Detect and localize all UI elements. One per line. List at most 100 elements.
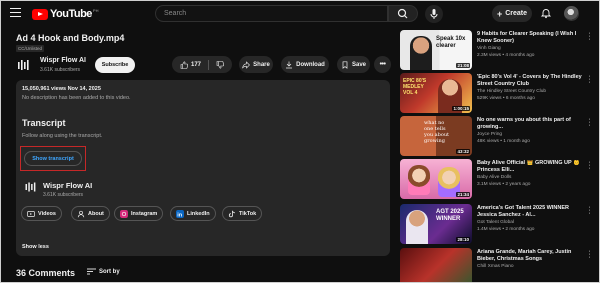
more-vertical-icon[interactable]: · · · [588,116,591,129]
video-title: Ad 4 Hook and Body.mp4 [16,33,125,43]
notifications-button[interactable] [540,7,552,19]
transcript-subtitle: Follow along using the transcript. [22,133,103,139]
show-transcript-button[interactable]: Show transcript [24,151,82,166]
person-icon [77,210,85,217]
instagram-label: Instagram [131,210,158,217]
like-count[interactable]: 177 [191,62,201,68]
more-vertical-icon[interactable]: · · · [588,73,591,86]
instagram-link[interactable]: Instagram [114,206,164,221]
svg-text:in: in [177,212,183,218]
subscribe-button[interactable]: Subscribe [95,57,135,73]
video-icon [27,210,35,217]
voice-search-button[interactable] [425,5,443,23]
recommendation-title[interactable]: No one warns you about this part of grow… [477,117,585,131]
recommendation-thumbnail[interactable]: 21:34 [400,159,472,199]
instagram-icon [120,209,128,218]
search-button[interactable] [388,5,418,22]
video-duration: 21:34 [456,192,470,197]
description-channel-subs: 3.61K subscribers [43,192,84,198]
thumb-person [410,36,432,70]
videos-link[interactable]: Videos [21,206,62,221]
tiktok-label: TikTok [239,210,257,217]
thumb-caption: EPIC 80'S MEDLEY VOL 4 [403,78,427,96]
download-icon [286,61,293,68]
view-stats: 15,050,961 views Nov 14, 2025 [22,86,101,92]
thumb-caption: AGT 2025 WINNER [436,209,464,222]
recommendation-thumbnail[interactable]: Speak 10x clearer 21:08 [400,30,472,70]
logo-text: YouTube [50,8,92,20]
more-vertical-icon[interactable]: · · · [588,159,591,172]
create-button[interactable]: + Create [492,5,532,22]
recommendation-channel[interactable]: The Hindley Street Country Club [477,89,546,94]
recommendation-title[interactable]: 'Epic 80's Vol 4' - Covers by The Hindle… [477,74,585,88]
recommendation-title[interactable]: Baby Alive Official 👑 GROWING UP 👶 Princ… [477,160,585,174]
search-icon [397,8,408,19]
tiktok-icon [228,210,235,217]
recommendation-thumbnail[interactable]: EPIC 80'S MEDLEY VOL 4 1:00:15 [400,73,472,113]
recommendation-meta: 2.3M views • 4 months ago [477,53,535,58]
bell-icon [540,9,552,19]
more-vertical-icon[interactable]: · · · [588,204,591,217]
recommendation-channel[interactable]: Chill Xmas Piano [477,264,514,269]
recommendation-channel[interactable]: Got Talent Global [477,220,514,225]
download-button[interactable]: Download [281,56,329,73]
channel-logo[interactable] [16,57,32,73]
sort-comments-button[interactable]: Sort by [87,268,120,275]
more-vertical-icon[interactable]: · · · [588,248,591,261]
thumbs-down-icon[interactable] [216,60,224,69]
thumbs-up-icon[interactable] [180,60,188,69]
recommendation-title[interactable]: 9 Habits for Clearer Speaking (I Wish I … [477,31,585,45]
recommendation-item[interactable]: Speak 10x clearer 21:08 9 Habits for Cle… [400,30,595,70]
like-separator [208,59,209,70]
thumb-person [406,210,428,244]
recommendation-item[interactable]: EPIC 80'S MEDLEY VOL 4 1:00:15 'Epic 80'… [400,73,595,113]
tiktok-link[interactable]: TikTok [222,206,263,221]
mic-icon [430,9,438,19]
more-vertical-icon[interactable]: · · · [588,30,591,43]
recommendation-item[interactable]: Ariana Grande, Mariah Carey, Justin Bieb… [400,248,595,283]
account-avatar[interactable] [564,6,579,21]
share-label: Share [253,61,270,68]
share-button[interactable]: Share [239,56,273,73]
thumb-caption: Speak 10x clearer [436,36,466,49]
videos-label: Videos [38,210,56,217]
youtube-logo[interactable]: YouTube PH [32,8,98,20]
recommendation-item[interactable]: what no one tells you about growing 43:3… [400,116,595,156]
save-label: Save [351,61,366,68]
youtube-play-icon [32,8,48,20]
linkedin-label: LinkedIn [187,210,210,217]
video-duration: 21:08 [456,63,470,68]
comments-count: 36 Comments [16,268,76,278]
save-button[interactable]: Save [337,56,370,73]
logo-region: PH [92,8,99,13]
video-duration: 1:00:15 [452,106,470,111]
channel-name[interactable]: Wispr Flow AI [40,57,86,64]
recommendation-meta: 48K views • 1 month ago [477,139,530,144]
recommendation-thumbnail[interactable] [400,248,472,283]
description-box[interactable]: 15,050,961 views Nov 14, 2025 No descrip… [16,80,390,256]
like-dislike-group: 177 [172,56,232,73]
recommendation-thumbnail[interactable]: what no one tells you about growing 43:3… [400,116,472,156]
recommendation-item[interactable]: 21:34 Baby Alive Official 👑 GROWING UP 👶… [400,159,595,199]
search-input[interactable]: Search [155,5,388,22]
transcript-heading: Transcript [22,118,66,128]
recommendation-channel[interactable]: Vinh Giang [477,46,501,51]
recommendation-title[interactable]: Ariana Grande, Mariah Carey, Justin Bieb… [477,249,585,263]
recommendation-meta: 3.1M views • 2 years ago [477,182,531,187]
recommendation-title[interactable]: America's Got Talent 2025 WINNER Jessica… [477,205,585,219]
linkedin-link[interactable]: in LinkedIn [170,206,216,221]
recommendation-item[interactable]: AGT 2025 WINNER 28:10 America's Got Tale… [400,204,595,244]
channel-logo[interactable] [24,180,38,194]
about-label: About [88,210,104,217]
recommendation-channel[interactable]: Joyce Pring [477,132,502,137]
recommendation-thumbnail[interactable]: AGT 2025 WINNER 28:10 [400,204,472,244]
recommendation-meta: 1.4M views • 2 months ago [477,227,535,232]
create-label: Create [505,10,528,17]
about-link[interactable]: About [71,206,110,221]
menu-icon[interactable] [10,8,21,19]
show-less-button[interactable]: Show less [22,244,49,250]
more-actions-button[interactable]: ••• [374,56,391,73]
recommendation-channel[interactable]: Baby Alive Dolls [477,175,511,180]
top-bar: YouTube PH Search + Create [0,0,600,28]
description-channel-name[interactable]: Wispr Flow AI [43,181,92,190]
